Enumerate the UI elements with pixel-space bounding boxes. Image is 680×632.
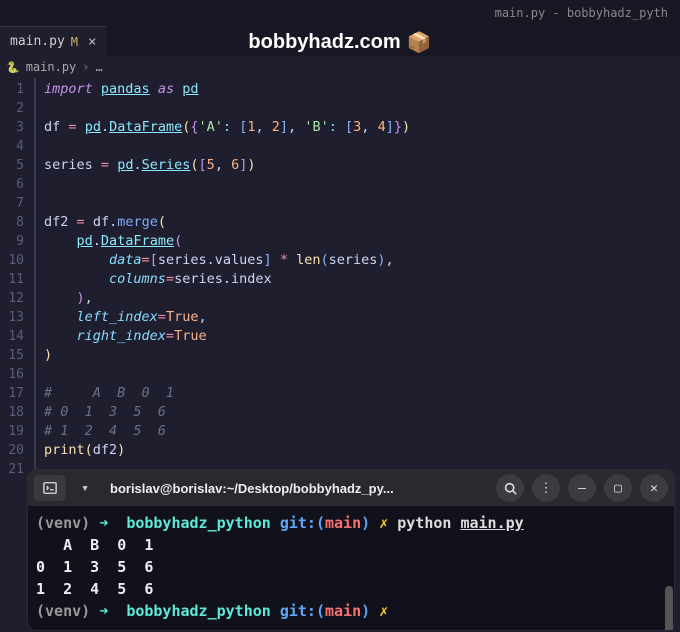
minimize-button[interactable]: — [568,474,596,502]
chevron-right-icon: › [82,60,89,74]
terminal-scrollbar[interactable] [664,546,674,626]
terminal-line: (venv) ➜ bobbyhadz_python git:(main) ✗ [36,600,666,622]
code-line: columns=series.index [44,270,410,289]
terminal-header: ▾ borislav@borislav:~/Desktop/bobbyhadz_… [28,470,674,506]
line-number-gutter: 123 456 789 101112 131415 161718 192021 [0,78,32,479]
code-line: ), [44,289,410,308]
code-line: data=[series.values] * len(series), [44,251,410,270]
close-icon[interactable]: × [88,34,96,50]
minimize-icon: — [578,481,586,496]
editor-tab-bar: main.py M × [0,26,680,56]
menu-button[interactable]: ⋮ [532,474,560,502]
code-line: df2 = df.merge( [44,213,410,232]
code-line [44,194,410,213]
breadcrumb-file: main.py [26,60,77,74]
kebab-menu-icon: ⋮ [540,481,553,496]
close-button[interactable]: ✕ [640,474,668,502]
code-line: # A B 0 1 [44,384,410,403]
tab-modified-indicator: M [71,35,78,49]
python-file-icon: 🐍 [6,61,20,74]
tab-filename: main.py [10,34,65,49]
code-line [44,99,410,118]
code-line: print(df2) [44,441,410,460]
code-line: pd.DataFrame( [44,232,410,251]
terminal-body[interactable]: (venv) ➜ bobbyhadz_python git:(main) ✗ p… [28,506,674,630]
terminal-line: 0 1 3 5 6 [36,556,666,578]
tab-main-py[interactable]: main.py M × [0,26,106,56]
code-line: # 0 1 3 5 6 [44,403,410,422]
chevron-down-icon: ▾ [81,481,89,496]
window-titlebar: main.py - bobbyhadz_pyth [0,0,680,26]
new-tab-button[interactable] [34,475,66,501]
terminal-title: borislav@borislav:~/Desktop/bobbyhadz_py… [104,481,488,496]
code-line: import pandas as pd [44,80,410,99]
close-icon: ✕ [650,481,658,496]
terminal-panel: ▾ borislav@borislav:~/Desktop/bobbyhadz_… [28,470,674,630]
scrollbar-thumb[interactable] [665,586,673,630]
code-line: left_index=True, [44,308,410,327]
search-button[interactable] [496,474,524,502]
terminal-line: 1 2 4 5 6 [36,578,666,600]
code-line [44,365,410,384]
terminal-icon [43,481,57,495]
window-title: main.py - bobbyhadz_pyth [495,6,668,20]
code-line [44,137,410,156]
breadcrumb-more: … [96,60,103,74]
breadcrumb[interactable]: 🐍 main.py › … [0,56,680,78]
maximize-icon: ▢ [614,481,622,496]
code-line: df = pd.DataFrame({'A': [1, 2], 'B': [3,… [44,118,410,137]
code-editor[interactable]: 123 456 789 101112 131415 161718 192021 … [0,78,680,479]
code-line: ) [44,346,410,365]
code-line: right_index=True [44,327,410,346]
search-icon [504,482,517,495]
code-line: # 1 2 4 5 6 [44,422,410,441]
code-line: series = pd.Series([5, 6]) [44,156,410,175]
terminal-line: (venv) ➜ bobbyhadz_python git:(main) ✗ p… [36,512,666,534]
code-line [44,175,410,194]
dropdown-button[interactable]: ▾ [72,481,98,496]
terminal-line: A B 0 1 [36,534,666,556]
code-content[interactable]: import pandas as pd df = pd.DataFrame({'… [34,78,410,479]
maximize-button[interactable]: ▢ [604,474,632,502]
